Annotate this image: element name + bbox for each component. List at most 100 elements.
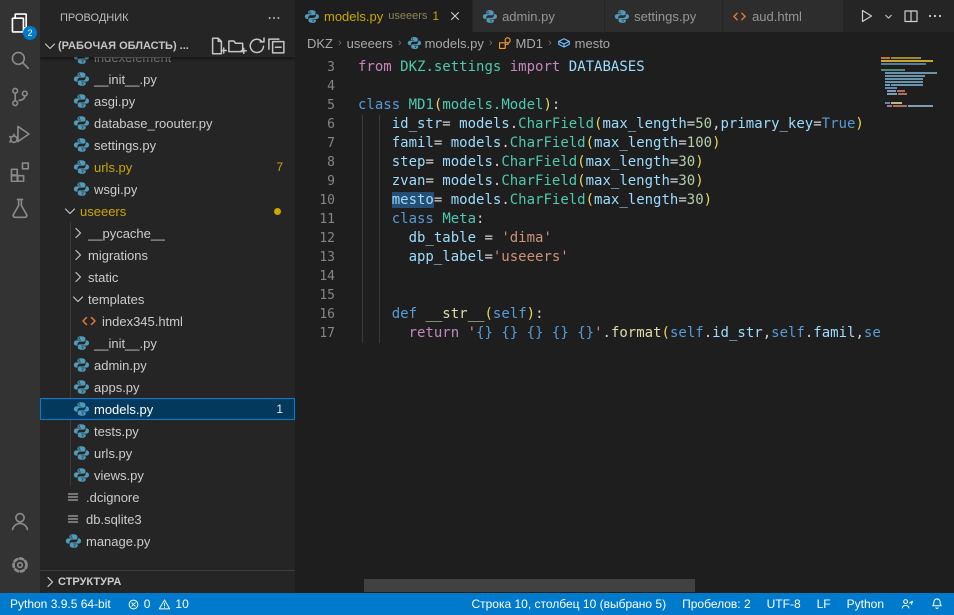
activity-settings[interactable] (0, 543, 40, 587)
close-tab-button[interactable] (447, 8, 463, 24)
tree-item-label: database_roouter.py (94, 116, 213, 131)
minimap[interactable] (880, 54, 946, 593)
tree-folder-migrations[interactable]: migrations (40, 244, 295, 266)
more-icon (927, 8, 943, 24)
status-python-interpreter[interactable]: Python 3.9.5 64-bit (10, 593, 119, 615)
tree-item-database_roouter.py[interactable]: database_roouter.py (40, 112, 295, 134)
tree-item-urls.py[interactable]: urls.py (40, 442, 295, 464)
explorer-more-icon[interactable] (267, 11, 281, 25)
activity-accounts[interactable] (0, 499, 40, 543)
status-feedback[interactable] (892, 593, 922, 615)
status-eol[interactable]: LF (809, 593, 839, 615)
status-cursor-position[interactable]: Строка 10, столбец 10 (выбрано 5) (471, 593, 674, 615)
tree-item-label: tests.py (94, 424, 139, 439)
tree-item-label: migrations (88, 248, 148, 263)
run-button[interactable] (855, 4, 877, 28)
status-language-mode[interactable]: Python (839, 593, 892, 615)
status-problems[interactable]: 0 10 (119, 593, 197, 615)
code-line: 8 step= models.CharField(max_length=30) (295, 153, 954, 172)
tab-aud.html[interactable]: aud.html (723, 0, 844, 32)
code-line: 15 (295, 286, 954, 305)
activity-explorer[interactable]: 2 (0, 4, 40, 41)
breadcrumb-models.py[interactable]: models.py (407, 36, 484, 51)
python-icon (407, 36, 421, 50)
tree-item-__init__.py[interactable]: __init__.py (40, 68, 295, 90)
python-icon (73, 137, 89, 153)
tree-item-__init__.py[interactable]: __init__.py (40, 332, 295, 354)
tree-item-tests.py[interactable]: tests.py (40, 420, 295, 442)
tree-item-asgi.py[interactable]: asgi.py (40, 90, 295, 112)
explorer-header: ПРОВОДНИК (40, 0, 295, 35)
code-line: 12 db_table = 'dima' (295, 229, 954, 248)
file-tree: indexelement __init__.py asgi.py database_r… (40, 57, 295, 571)
refresh-explorer-button[interactable] (247, 36, 267, 56)
code-line: 16 def __str__(self): (295, 305, 954, 324)
new-folder-button[interactable] (227, 36, 247, 56)
tree-item-label: urls.py (94, 160, 132, 175)
tree-folder-useeers[interactable]: useeers (40, 200, 295, 222)
html-icon (81, 313, 97, 329)
tab-label: aud.html (752, 9, 802, 24)
activity-run-and-debug[interactable] (0, 115, 40, 152)
breadcrumb-label: mesto (575, 36, 610, 51)
tree-item-label: __init__.py (94, 72, 157, 87)
tree-item-indexelement[interactable]: indexelement (40, 57, 295, 68)
horizontal-scrollbar[interactable] (364, 579, 695, 592)
outline-section-header[interactable]: СТРУКТУРА (40, 570, 295, 593)
more-actions-button[interactable] (924, 4, 946, 28)
python-icon (73, 335, 89, 351)
tab-models.py[interactable]: models.pyuseeers1 (295, 0, 473, 32)
python-icon (73, 181, 89, 197)
tree-item-manage.py[interactable]: manage.py (40, 530, 295, 552)
code-text: def __str__(self): (335, 305, 544, 324)
workspace-section-header[interactable]: (РАБОЧАЯ ОБЛАСТЬ) ... (40, 35, 295, 57)
activity-extensions[interactable] (0, 152, 40, 189)
tree-item-wsgi.py[interactable]: wsgi.py (40, 178, 295, 200)
breadcrumb-DKZ[interactable]: DKZ (307, 36, 333, 51)
collapse-folders-button[interactable] (267, 36, 287, 56)
tree-item-settings.py[interactable]: settings.py (40, 134, 295, 156)
tree-item-admin.py[interactable]: admin.py (40, 354, 295, 376)
status-notifications[interactable] (922, 593, 946, 615)
activity-testing[interactable] (0, 189, 40, 226)
chevron-right-icon (70, 225, 86, 241)
activity-search[interactable] (0, 41, 40, 78)
tree-item-label: templates (88, 292, 144, 307)
extensions-icon (9, 160, 31, 182)
activity-source-control[interactable] (0, 78, 40, 115)
tree-folder-static[interactable]: static (40, 266, 295, 288)
status-encoding[interactable]: UTF-8 (759, 593, 809, 615)
tree-item-urls.py[interactable]: urls.py7 (40, 156, 295, 178)
code-text: mesto= models.CharField(max_length=30) (335, 191, 712, 210)
tree-item-apps.py[interactable]: apps.py (40, 376, 295, 398)
close-icon (448, 9, 462, 23)
split-editor-button[interactable] (900, 4, 922, 28)
tree-item-index345.html[interactable]: index345.html (40, 310, 295, 332)
tab-problems-badge: 1 (432, 9, 439, 23)
python-icon (73, 467, 89, 483)
tree-folder-__pycache__[interactable]: __pycache__ (40, 222, 295, 244)
code-editor[interactable]: 3from DKZ.settings import DATABASES45cla… (295, 54, 954, 593)
status-indentation[interactable]: Пробелов: 2 (674, 593, 759, 615)
tree-item-label: wsgi.py (94, 182, 137, 197)
breadcrumb-MD1[interactable]: MD1 (498, 36, 543, 51)
new-file-button[interactable] (207, 36, 227, 56)
tree-item-models.py[interactable]: models.py1 (40, 398, 295, 420)
code-line: 11 class Meta: (295, 210, 954, 229)
tree-folder-templates[interactable]: templates (40, 288, 295, 310)
breadcrumb-useeers[interactable]: useeers (347, 36, 393, 51)
line-number: 11 (295, 210, 335, 229)
tab-admin.py[interactable]: admin.py (473, 0, 605, 32)
tree-item-label: __pycache__ (88, 226, 165, 241)
class-sym-icon (498, 36, 512, 50)
tree-item-label: db.sqlite3 (86, 512, 142, 527)
breadcrumb-mesto[interactable]: mesto (557, 36, 610, 51)
code-line: 4 (295, 77, 954, 96)
breadcrumb-label: useeers (347, 36, 393, 51)
tree-item-db.sqlite3[interactable]: db.sqlite3 (40, 508, 295, 530)
line-number: 5 (295, 96, 335, 115)
run-dropdown-button[interactable] (879, 4, 898, 28)
tree-item-views.py[interactable]: views.py (40, 464, 295, 486)
tab-settings.py[interactable]: settings.py (605, 0, 723, 32)
tree-item-.dcignore[interactable]: .dcignore (40, 486, 295, 508)
